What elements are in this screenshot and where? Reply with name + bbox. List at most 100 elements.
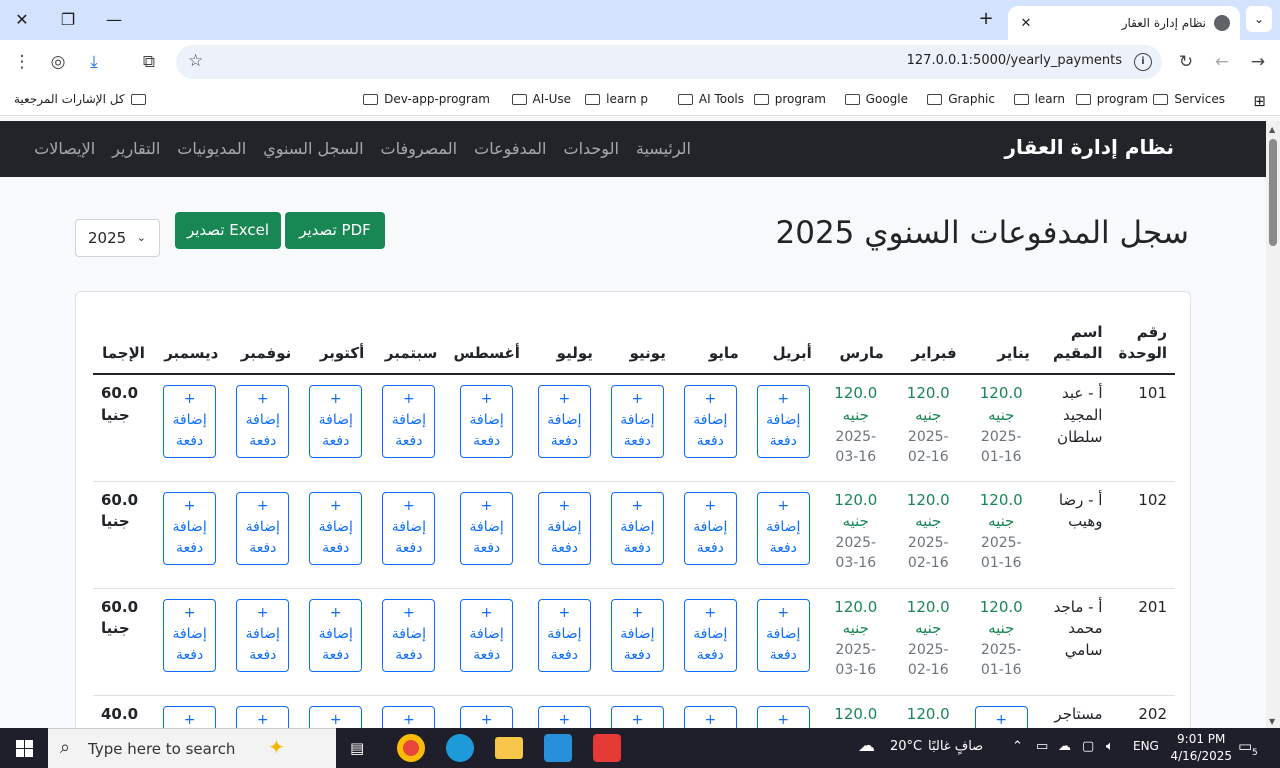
weather-temp[interactable]: 20°C [890, 739, 922, 754]
close-tab-icon[interactable]: ✕ [1018, 16, 1034, 31]
nav-payments[interactable]: المدفوعات [474, 139, 546, 158]
scroll-down-icon[interactable]: ▼ [1269, 717, 1275, 726]
add-payment-button[interactable]: +إضافةدفعة [756, 705, 810, 728]
add-payment-button[interactable]: +إضافةدفعة [163, 705, 217, 728]
bookmark-graphic[interactable]: Graphic [927, 92, 995, 106]
add-payment-button[interactable]: +إضافةدفعة [163, 385, 217, 458]
nav-units[interactable]: الوحدات [564, 139, 619, 158]
browser-tab[interactable]: نظام إدارة العقار ✕ [1008, 6, 1240, 40]
table-scroll-area[interactable]: رقم الوحدة اسم المقيم يناير فبراير مارس … [93, 292, 1175, 728]
close-window-icon[interactable]: ✕ [8, 8, 36, 32]
bookmark-program[interactable]: program [1075, 92, 1148, 106]
notification-icon[interactable]: ▭ [1238, 737, 1252, 755]
bookmark-learn[interactable]: learn [1013, 92, 1065, 106]
nav-receipts[interactable]: الإيصالات [34, 139, 95, 158]
add-payment-button[interactable]: +إضافةدفعة [163, 491, 217, 565]
profile-icon[interactable]: ◎ [46, 52, 70, 72]
tray-chevron-icon[interactable]: ⌃ [1012, 739, 1023, 754]
menu-dots-icon[interactable]: ⋮ [10, 52, 34, 72]
bookmark-star-icon[interactable]: ☆ [188, 51, 203, 71]
taskbar-search[interactable]: ⌕ Type here to search ✦ [48, 728, 336, 768]
apps-grid-icon[interactable]: ⊞ [1253, 92, 1266, 110]
add-payment-button[interactable]: +إضافةدفعة [236, 598, 290, 672]
add-payment-button[interactable]: +إضافةدفعة [309, 598, 363, 672]
scrollbar-thumb[interactable] [1269, 139, 1277, 246]
scroll-up-icon[interactable]: ▲ [1269, 125, 1275, 134]
bookmark-dev-app[interactable]: Dev-app-program [363, 92, 490, 106]
taskbar-clock[interactable]: 9:01 PM 4/16/2025 [1170, 731, 1232, 765]
restore-window-icon[interactable]: ❐ [54, 8, 82, 32]
add-payment-button[interactable]: +إضافةدفعة [460, 705, 514, 728]
add-payment-button[interactable]: +إضافةدفعة [236, 385, 290, 458]
add-payment-button[interactable]: +إضافةدفعة [163, 598, 217, 672]
add-payment-button[interactable]: +إضافةدفعة [236, 491, 290, 565]
add-payment-button[interactable]: +إضافةدفعة [974, 705, 1028, 728]
minimize-window-icon[interactable]: — [100, 8, 128, 32]
add-payment-button[interactable]: +إضافةدفعة [309, 491, 363, 565]
bookmark-program-2[interactable]: program [753, 92, 826, 106]
nav-yearly-record[interactable]: السجل السنوي [263, 139, 363, 158]
bookmark-learn-p[interactable]: learn p [585, 92, 648, 106]
site-info-icon[interactable]: i [1134, 53, 1152, 71]
windows-start-icon[interactable] [16, 740, 33, 757]
add-payment-button[interactable]: +إضافةدفعة [610, 385, 664, 458]
network-icon[interactable]: ▢ [1082, 739, 1094, 754]
all-bookmarks[interactable]: كل الإشارات المرجعية [14, 92, 146, 106]
download-icon[interactable]: ⤓ [82, 52, 106, 72]
add-payment-button[interactable]: +إضافةدفعة [236, 705, 290, 728]
add-payment-button[interactable]: +إضافةدفعة [610, 705, 664, 728]
add-payment-button[interactable]: +إضافةدفعة [537, 385, 591, 458]
forward-icon[interactable]: → [1246, 52, 1270, 72]
weather-text[interactable]: صافٍ غالبًا [928, 739, 983, 754]
app-brand[interactable]: نظام إدارة العقار [1005, 135, 1174, 159]
language-indicator[interactable]: ENG [1133, 739, 1159, 753]
reload-icon[interactable]: ↻ [1174, 52, 1198, 72]
add-payment-button[interactable]: +إضافةدفعة [683, 598, 737, 672]
nav-debts[interactable]: المديونيات [177, 139, 246, 158]
tab-search-button[interactable]: ⌄ [1246, 6, 1272, 32]
page-scrollbar[interactable]: ▲ ▼ [1266, 121, 1280, 728]
nav-expenses[interactable]: المصروفات [381, 139, 458, 158]
bookmark-google[interactable]: Google [844, 92, 908, 106]
add-payment-button[interactable]: +إضافةدفعة [309, 385, 363, 458]
add-payment-button[interactable]: +إضافةدفعة [382, 705, 436, 728]
task-view-icon[interactable]: ▤ [350, 739, 364, 757]
edge-app-icon[interactable] [446, 734, 474, 762]
bookmark-services[interactable]: Services [1153, 92, 1225, 106]
app-icon[interactable] [593, 734, 621, 762]
add-payment-button[interactable]: +إضافةدفعة [756, 385, 810, 458]
add-payment-button[interactable]: +إضافةدفعة [683, 705, 737, 728]
add-payment-button[interactable]: +إضافةدفعة [537, 598, 591, 672]
add-payment-button[interactable]: +إضافةدفعة [537, 705, 591, 728]
export-excel-button[interactable]: تصدير Excel [175, 212, 281, 249]
back-icon[interactable]: ← [1210, 52, 1234, 72]
address-bar[interactable]: ☆ 127.0.0.1:5000/yearly_payments i [176, 45, 1162, 79]
add-payment-button[interactable]: +إضافةدفعة [756, 491, 810, 565]
add-payment-button[interactable]: +إضافةدفعة [610, 598, 664, 672]
url-text[interactable]: 127.0.0.1:5000/yearly_payments [907, 53, 1122, 68]
export-pdf-button[interactable]: تصدير PDF [285, 212, 385, 249]
vscode-app-icon[interactable] [544, 734, 572, 762]
bookmark-ai-tools[interactable]: AI Tools [677, 92, 744, 106]
year-select[interactable]: 2025 ⌄ [75, 219, 160, 257]
add-payment-button[interactable]: +إضافةدفعة [683, 385, 737, 458]
nav-reports[interactable]: التقارير [112, 139, 160, 158]
add-payment-button[interactable]: +إضافةدفعة [382, 491, 436, 565]
add-payment-button[interactable]: +إضافةدفعة [460, 491, 514, 565]
extensions-icon[interactable]: ⧉ [137, 52, 161, 72]
add-payment-button[interactable]: +إضافةدفعة [460, 385, 514, 458]
chrome-app-icon[interactable] [397, 734, 425, 762]
nav-home[interactable]: الرئيسية [636, 139, 691, 158]
volume-icon[interactable]: 🔈︎ [1106, 739, 1114, 754]
new-tab-button[interactable]: + [974, 8, 998, 29]
add-payment-button[interactable]: +إضافةدفعة [610, 491, 664, 565]
add-payment-button[interactable]: +إضافةدفعة [756, 598, 810, 672]
add-payment-button[interactable]: +إضافةدفعة [460, 598, 514, 672]
file-explorer-icon[interactable] [495, 737, 523, 759]
add-payment-button[interactable]: +إضافةدفعة [382, 598, 436, 672]
bookmark-ai-use[interactable]: AI-Use [511, 92, 571, 106]
add-payment-button[interactable]: +إضافةدفعة [382, 385, 436, 458]
cloud-icon[interactable]: ☁ [1058, 739, 1071, 754]
add-payment-button[interactable]: +إضافةدفعة [309, 705, 363, 728]
add-payment-button[interactable]: +إضافةدفعة [683, 491, 737, 565]
